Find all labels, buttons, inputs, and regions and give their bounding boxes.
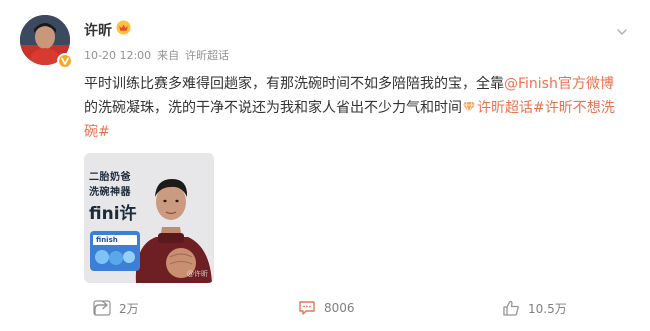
source-prefix: 来自: [157, 49, 180, 62]
post-text-part1: 平时训练比赛多难得回趟家，有那洗碗时间不如多陪陪我的宝，全靠: [84, 76, 504, 92]
image-watermark: @许昕: [187, 270, 208, 278]
chevron-down-icon[interactable]: [616, 26, 628, 38]
post-source[interactable]: 许昕超话: [185, 49, 229, 62]
weibo-post: 许昕 10-20 12:00 来自 许昕超话 平时训练比赛多难得回趟家，有那洗碗时间…: [0, 0, 650, 331]
forward-button[interactable]: 2万: [93, 295, 139, 321]
image-overlay-line3: fini许: [89, 204, 137, 224]
product-label: finish: [96, 236, 118, 244]
comment-count: 8006: [324, 301, 355, 315]
post-time[interactable]: 10-20 12:00: [84, 49, 151, 62]
thumbs-up-icon: [503, 300, 519, 316]
diamond-icon: [463, 101, 475, 113]
post-image[interactable]: 二胎奶爸 洗碗神器 fini许 finish @许昕: [84, 153, 214, 283]
image-overlay-line2: 洗碗神器: [89, 187, 131, 198]
forward-count: 2万: [119, 301, 139, 316]
forward-icon: [93, 300, 111, 316]
crown-icon[interactable]: [116, 20, 131, 35]
mention-link[interactable]: @Finish官方微博: [504, 76, 614, 92]
topic-link[interactable]: 许昕超话: [477, 100, 533, 116]
author-name[interactable]: 许昕: [84, 20, 112, 40]
like-count: 10.5万: [528, 301, 567, 316]
verified-v-icon: [57, 53, 73, 69]
like-button[interactable]: 10.5万: [502, 295, 567, 321]
comment-icon: [299, 301, 315, 315]
post-text: 平时训练比赛多难得回趟家，有那洗碗时间不如多陪陪我的宝，全靠@Finish官方微…: [84, 72, 626, 144]
action-bar: 2万 8006 10.5万: [0, 295, 650, 321]
comment-button[interactable]: 8006: [298, 295, 355, 321]
post-meta: 10-20 12:00 来自 许昕超话: [84, 47, 235, 63]
image-overlay-line1: 二胎奶爸: [89, 172, 131, 183]
post-text-part2: 的洗碗凝珠，洗的干净不说还为我和家人省出不少力气和时间: [84, 100, 462, 116]
